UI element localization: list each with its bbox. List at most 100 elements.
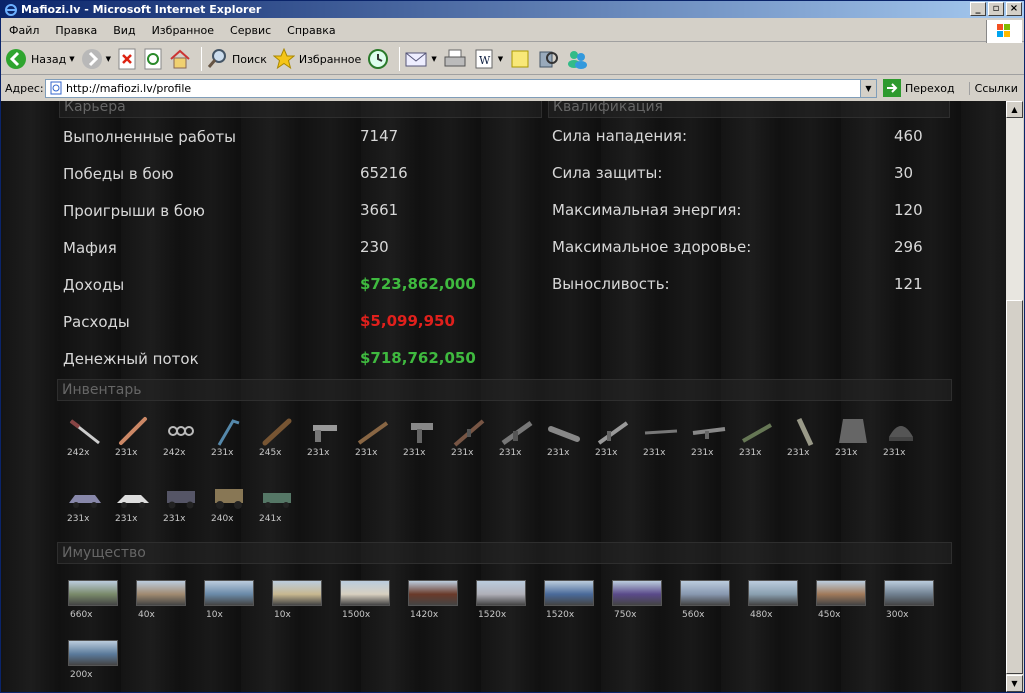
print-button[interactable] (443, 45, 467, 73)
property-item[interactable]: 10x (204, 580, 258, 620)
inventory-item[interactable]: 242x (65, 415, 113, 458)
career-label: Мафия (63, 239, 117, 257)
brass-knuckles-icon (168, 426, 194, 436)
inventory-item[interactable]: 231x (65, 481, 113, 524)
inventory-item[interactable]: 242x (161, 415, 209, 458)
inventory-item[interactable]: 231x (881, 415, 929, 458)
property-item[interactable]: 300x (884, 580, 938, 620)
window-title: Mafiozi.lv - Microsoft Internet Explorer (21, 3, 262, 16)
discuss-button[interactable] (509, 45, 531, 73)
mail-button[interactable]: ▼ (404, 45, 437, 73)
inventory-count: 231x (403, 448, 426, 458)
home-button[interactable] (169, 45, 191, 73)
history-button[interactable] (367, 45, 389, 73)
menu-file[interactable]: Файл (1, 24, 47, 37)
suv-car-icon (167, 491, 195, 509)
address-dropdown-button[interactable]: ▼ (860, 79, 876, 97)
sniper-rifle-icon (644, 429, 678, 435)
menu-edit[interactable]: Правка (47, 24, 105, 37)
career-header: Карьера (59, 101, 542, 118)
property-item[interactable]: 1520x (476, 580, 530, 620)
inventory-item[interactable]: 231x (113, 415, 161, 458)
inventory-item[interactable]: 245x (257, 415, 305, 458)
property-item[interactable]: 560x (680, 580, 734, 620)
property-item[interactable]: 660x (68, 580, 122, 620)
forward-button[interactable]: ▼ (81, 45, 111, 73)
inventory-item[interactable]: 231x (113, 481, 161, 524)
inventory-count: 242x (163, 448, 186, 458)
property-item[interactable]: 200x (68, 640, 122, 680)
property-item[interactable]: 450x (816, 580, 870, 620)
menu-favorites[interactable]: Избранное (144, 24, 222, 37)
property-item[interactable]: 1420x (408, 580, 462, 620)
edit-button[interactable]: W ▼ (473, 45, 503, 73)
property-count: 10x (274, 610, 291, 620)
links-toolbar[interactable]: Ссылки (968, 81, 1018, 95)
property-item[interactable]: 40x (136, 580, 190, 620)
inventory-item[interactable]: 231x (353, 415, 401, 458)
inventory-item[interactable]: 231x (161, 481, 209, 524)
property-item[interactable]: 750x (612, 580, 666, 620)
inventory-item[interactable]: 231x (641, 415, 689, 458)
favorites-button[interactable]: Избранное (272, 45, 361, 73)
inventory-item[interactable]: 231x (785, 415, 833, 458)
research-button[interactable] (537, 45, 559, 73)
career-label: Проигрыши в бою (63, 202, 205, 220)
back-button[interactable]: Назад ▼ (5, 45, 75, 73)
inventory-item[interactable]: 231x (449, 415, 497, 458)
baseball-bat-icon (119, 417, 147, 445)
go-arrow-icon (883, 79, 901, 97)
property-item[interactable]: 1500x (340, 580, 394, 620)
career-label: Денежный поток (63, 350, 199, 368)
refresh-button[interactable] (143, 45, 163, 73)
rifle-icon (453, 419, 485, 447)
hotel-photo-icon (544, 580, 594, 606)
messenger-icon (568, 51, 588, 69)
crowbar-icon (217, 419, 240, 446)
inventory-item[interactable]: 231x (401, 415, 449, 458)
property-count: 1500x (342, 610, 371, 620)
messenger-button[interactable] (565, 45, 589, 73)
inventory-item[interactable]: 231x (737, 415, 785, 458)
search-button[interactable]: Поиск (206, 45, 267, 73)
inventory-item[interactable]: 231x (593, 415, 641, 458)
close-button[interactable]: × (1006, 2, 1022, 16)
menu-bar: Файл Правка Вид Избранное Сервис Справка (1, 20, 1024, 42)
inventory-item[interactable]: 231x (545, 415, 593, 458)
menu-help[interactable]: Справка (279, 24, 343, 37)
address-input[interactable]: http://mafiozi.lv/profile ▼ (45, 78, 877, 98)
uzi-icon (411, 423, 433, 443)
forward-arrow-icon (81, 49, 102, 69)
inventory-item[interactable]: 240x (209, 481, 257, 524)
office-photo-icon (204, 580, 254, 606)
inventory-item[interactable]: 241x (257, 481, 305, 524)
scroll-down-button[interactable]: ▼ (1006, 675, 1023, 692)
career-label: Победы в бою (63, 165, 174, 183)
property-item[interactable]: 480x (748, 580, 802, 620)
inventory-item[interactable]: 231x (497, 415, 545, 458)
qualification-label: Сила защиты: (552, 164, 663, 182)
go-button[interactable]: Переход (883, 79, 955, 97)
casino-photo-icon (612, 580, 662, 606)
refresh-icon (144, 48, 162, 70)
minimize-button[interactable]: _ (970, 2, 986, 16)
stop-button[interactable] (117, 45, 137, 73)
property-item[interactable]: 1520x (544, 580, 598, 620)
inventory-item[interactable]: 231x (833, 415, 881, 458)
scroll-thumb[interactable] (1006, 300, 1023, 674)
inventory-item[interactable]: 231x (209, 415, 257, 458)
vertical-scrollbar[interactable]: ▲ ▼ (1006, 101, 1023, 692)
property-item[interactable]: 10x (272, 580, 326, 620)
inventory-count: 231x (691, 448, 714, 458)
heavy-rifle-icon (742, 423, 772, 443)
menu-tools[interactable]: Сервис (222, 24, 279, 37)
helmet-icon (889, 426, 913, 441)
menu-view[interactable]: Вид (105, 24, 143, 37)
pistol-icon (313, 425, 337, 442)
inventory-item[interactable]: 231x (305, 415, 353, 458)
qualification-header: Квалификация (548, 101, 950, 118)
inventory-item[interactable]: 231x (689, 415, 737, 458)
scroll-up-button[interactable]: ▲ (1006, 101, 1023, 118)
restore-button[interactable]: ▫ (988, 2, 1004, 16)
property-count: 300x (886, 610, 909, 620)
